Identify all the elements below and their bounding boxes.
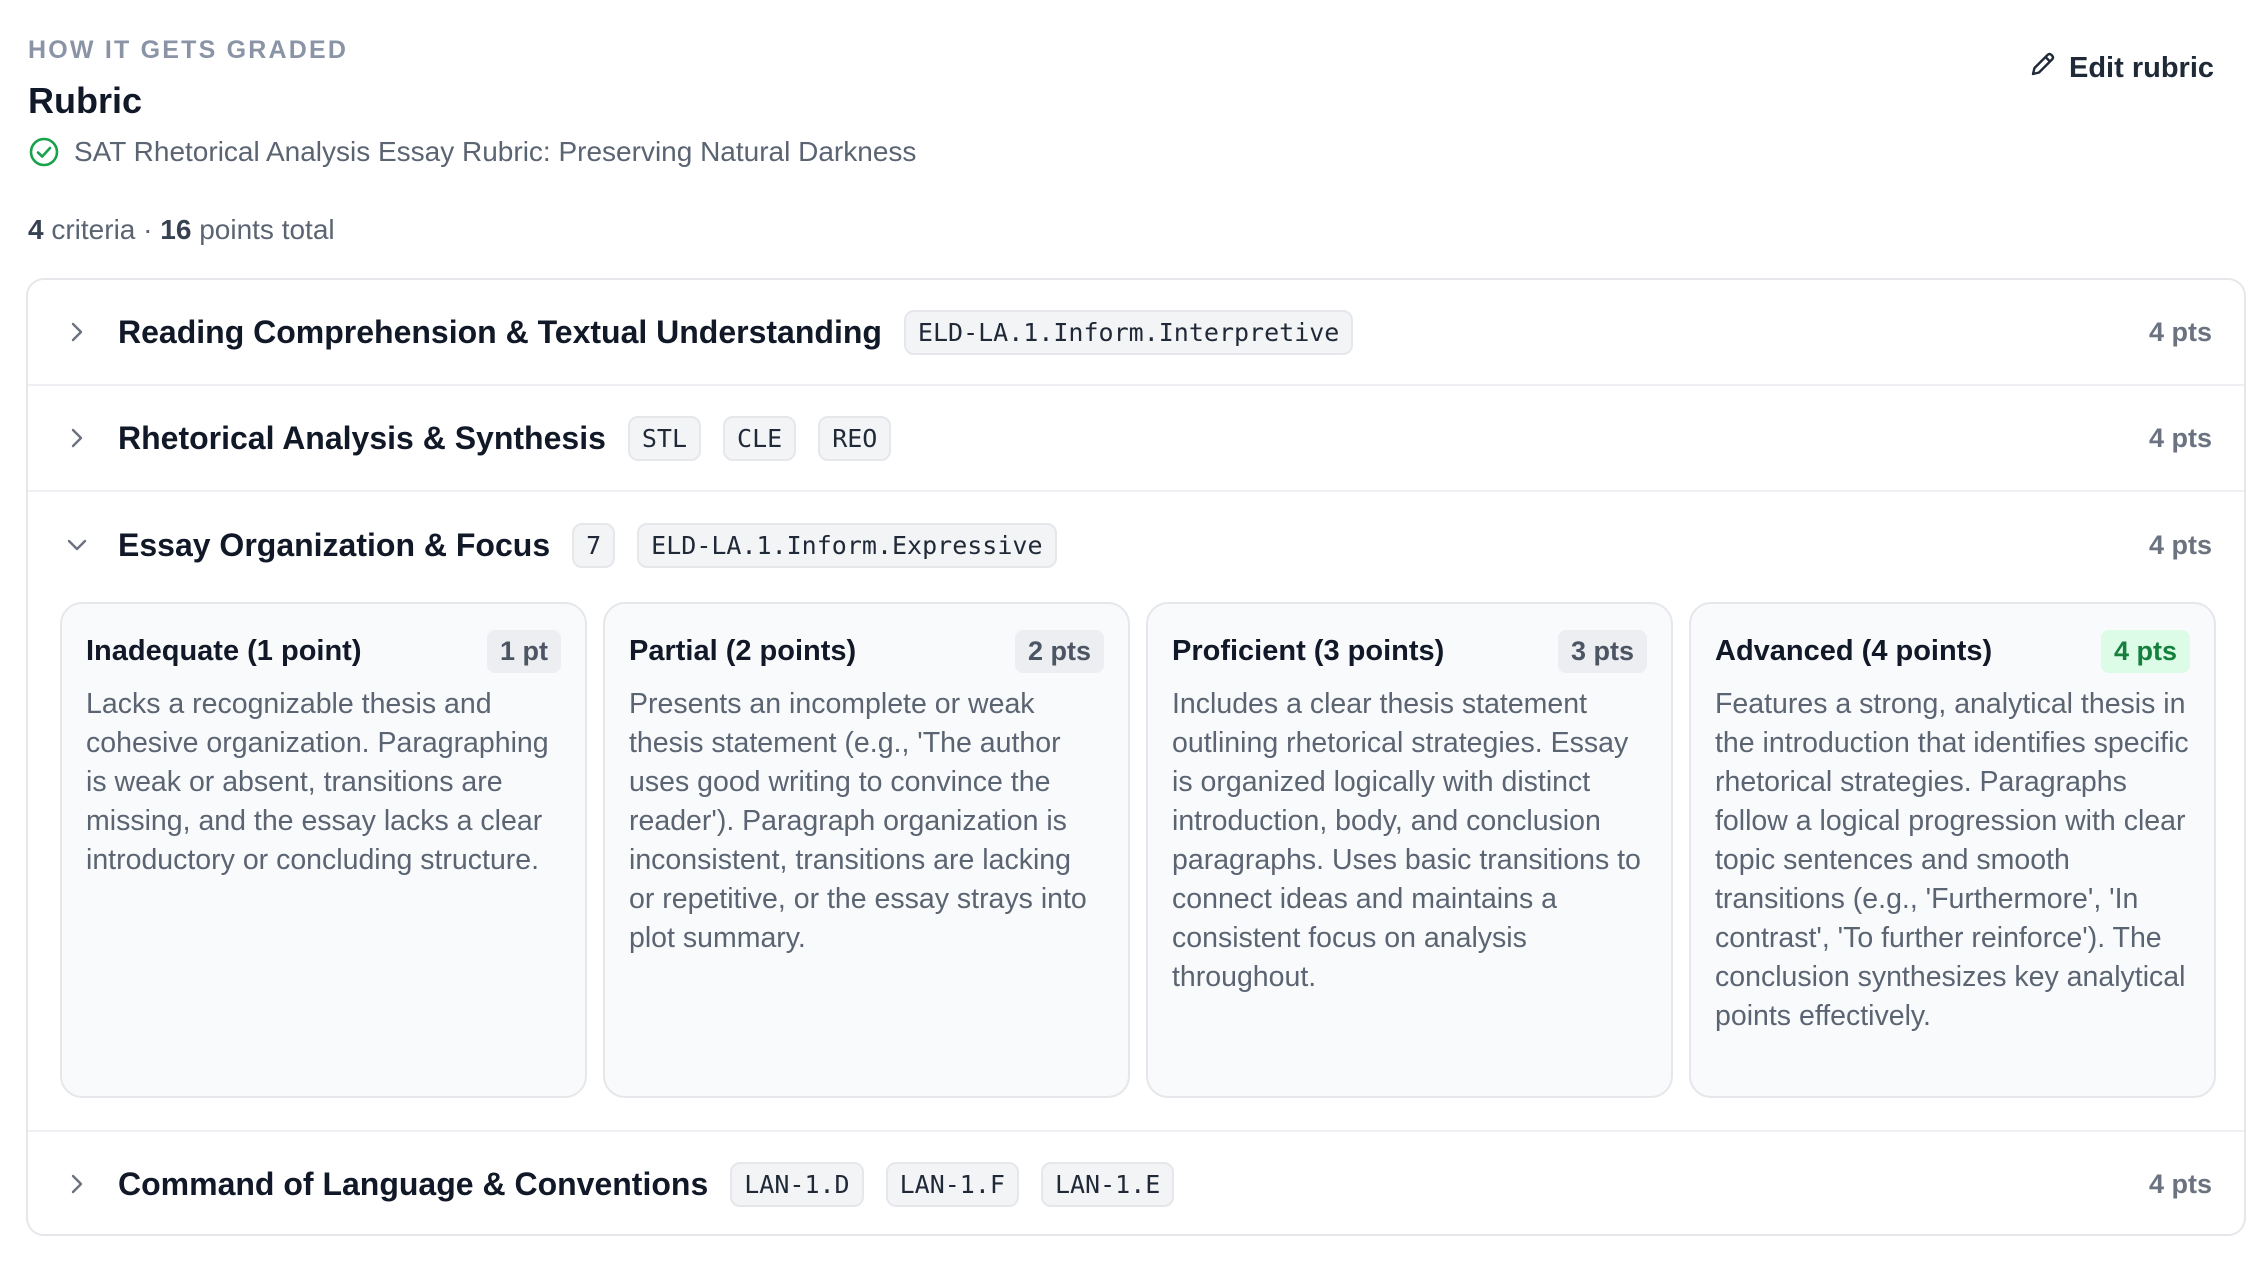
standard-tag: ELD-LA.1.Inform.Interpretive — [903, 309, 1354, 355]
level-points-badge: 1 pt — [486, 630, 561, 673]
chevron-right-icon[interactable] — [64, 425, 90, 451]
level-title: Advanced (4 points) — [1715, 635, 1993, 667]
standard-tag: ELD-LA.1.Inform.Expressive — [637, 522, 1057, 568]
level-title: Inadequate (1 point) — [86, 635, 362, 667]
criterion-points: 4 pts — [2148, 422, 2212, 453]
check-circle-icon — [28, 136, 60, 168]
rubric-page: HOW IT GETS GRADED Rubric SAT Rhetorical… — [0, 0, 2268, 1262]
level-card: Advanced (4 points) 4 pts Features a str… — [1689, 602, 2216, 1098]
criterion-title: Rhetorical Analysis & Synthesis — [118, 419, 606, 456]
criteria-count: 4 — [28, 214, 44, 245]
criterion-title: Reading Comprehension & Textual Understa… — [118, 313, 882, 350]
pencil-icon — [2029, 50, 2057, 86]
level-title: Partial (2 points) — [629, 635, 857, 667]
criteria-list: Reading Comprehension & Textual Understa… — [26, 278, 2246, 1236]
criterion-row[interactable]: Reading Comprehension & Textual Understa… — [28, 280, 2244, 386]
points-total: 16 — [160, 214, 192, 245]
level-title: Proficient (3 points) — [1172, 635, 1445, 667]
edit-rubric-label: Edit rubric — [2068, 51, 2214, 84]
rubric-name-row: SAT Rhetorical Analysis Essay Rubric: Pr… — [28, 136, 916, 168]
chevron-right-icon[interactable] — [64, 1171, 90, 1197]
standard-tag: LAN-1.D — [730, 1161, 864, 1207]
level-points-badge-top: 4 pts — [2100, 630, 2190, 673]
section-eyebrow: HOW IT GETS GRADED — [28, 36, 349, 64]
level-points-badge: 2 pts — [1014, 630, 1104, 673]
level-card: Partial (2 points) 2 pts Presents an inc… — [603, 602, 1130, 1098]
criterion-points: 4 pts — [2148, 1168, 2212, 1199]
level-card: Proficient (3 points) 3 pts Includes a c… — [1146, 602, 1673, 1098]
criterion-row[interactable]: Command of Language & Conventions LAN-1.… — [28, 1130, 2244, 1236]
level-description: Includes a clear thesis statement outlin… — [1172, 688, 1641, 993]
chevron-right-icon[interactable] — [64, 319, 90, 345]
standard-tag: LAN-1.E — [1040, 1161, 1175, 1207]
level-description: Presents an incomplete or weak thesis st… — [629, 688, 1087, 954]
criterion-title: Command of Language & Conventions — [118, 1165, 709, 1202]
standard-tag: LAN-1.F — [885, 1161, 1019, 1207]
standard-tag: STL — [627, 415, 702, 461]
criterion-points: 4 pts — [2148, 316, 2212, 347]
criterion-row-expanded[interactable]: Essay Organization & Focus 7 ELD-LA.1.In… — [28, 492, 2244, 598]
standard-tag: 7 — [572, 522, 616, 568]
rubric-summary: 4 criteria · 16 points total — [28, 214, 335, 246]
edit-rubric-button[interactable]: Edit rubric — [2029, 50, 2214, 86]
level-description: Lacks a recognizable thesis and cohesive… — [86, 688, 549, 876]
level-description: Features a strong, analytical thesis in … — [1715, 688, 2189, 1032]
standard-tag: CLE — [723, 415, 797, 461]
criteria-label: criteria · — [51, 214, 153, 245]
page-title: Rubric — [28, 80, 143, 121]
criterion-points: 4 pts — [2148, 529, 2212, 560]
performance-levels: Inadequate (1 point) 1 pt Lacks a recogn… — [60, 602, 2216, 1098]
criterion-title: Essay Organization & Focus — [118, 526, 551, 563]
level-points-badge: 3 pts — [1557, 630, 1647, 673]
points-label: points total — [199, 214, 335, 245]
standard-tag: REO — [818, 415, 892, 461]
rubric-name: SAT Rhetorical Analysis Essay Rubric: Pr… — [74, 136, 917, 167]
criterion-row[interactable]: Rhetorical Analysis & Synthesis STL CLE … — [28, 386, 2244, 492]
chevron-down-icon[interactable] — [64, 532, 90, 558]
level-card: Inadequate (1 point) 1 pt Lacks a recogn… — [60, 602, 587, 1098]
